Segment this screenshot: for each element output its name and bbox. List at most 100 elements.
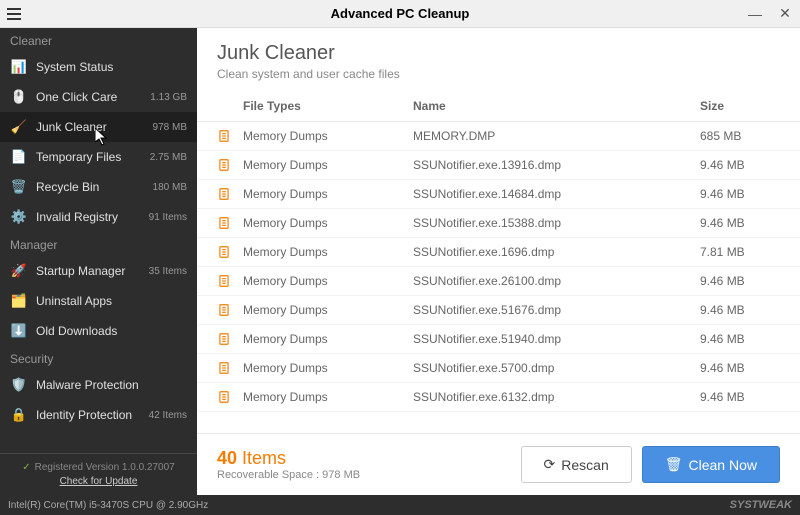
sidebar-item-badge: 978 MB — [153, 122, 187, 133]
recoverable-space: Recoverable Space : 978 MB — [217, 469, 511, 481]
statusbar: Intel(R) Core(TM) i5-3470S CPU @ 2.90GHz… — [0, 495, 800, 515]
sidebar-item-malware-protection[interactable]: 🛡️ Malware Protection — [0, 370, 197, 400]
table-row[interactable]: Memory DumpsSSUNotifier.exe.13916.dmp9.4… — [197, 151, 800, 180]
row-size: 9.46 MB — [700, 216, 780, 230]
table-row[interactable]: Memory DumpsMEMORY.DMP685 MB — [197, 122, 800, 151]
sidebar-item-invalid-registry[interactable]: ⚙️Invalid Registry91 Items — [0, 202, 197, 232]
cpu-info: Intel(R) Core(TM) i5-3470S CPU @ 2.90GHz — [8, 500, 208, 511]
sidebar-item-recycle-bin[interactable]: 🗑️Recycle Bin180 MB — [0, 172, 197, 202]
row-size: 9.46 MB — [700, 361, 780, 375]
row-name: SSUNotifier.exe.14684.dmp — [413, 187, 700, 201]
close-button[interactable]: ✕ — [770, 0, 800, 28]
sidebar-item-label: Temporary Files — [36, 150, 150, 164]
sidebar-item-badge: 1.13 GB — [150, 92, 187, 103]
table-row[interactable]: Memory DumpsSSUNotifier.exe.15388.dmp9.4… — [197, 209, 800, 238]
row-name: SSUNotifier.exe.1696.dmp — [413, 245, 700, 259]
sidebar-item-icon: 🖱️ — [10, 88, 28, 106]
sidebar-item-junk-cleaner[interactable]: 🧹Junk Cleaner978 MB — [0, 112, 197, 142]
row-name: SSUNotifier.exe.13916.dmp — [413, 158, 700, 172]
table-row[interactable]: Memory DumpsSSUNotifier.exe.51940.dmp9.4… — [197, 325, 800, 354]
column-size: Size — [700, 99, 780, 113]
row-name: SSUNotifier.exe.51940.dmp — [413, 332, 700, 346]
table-row[interactable]: Memory DumpsSSUNotifier.exe.14684.dmp9.4… — [197, 180, 800, 209]
content-footer: 40 Items Recoverable Space : 978 MB ⟳ Re… — [197, 433, 800, 495]
table-row[interactable]: Memory DumpsSSUNotifier.exe.6132.dmp9.46… — [197, 383, 800, 412]
row-name: SSUNotifier.exe.26100.dmp — [413, 274, 700, 288]
column-name: Name — [413, 99, 700, 113]
row-name: MEMORY.DMP — [413, 129, 700, 143]
row-size: 9.46 MB — [700, 332, 780, 346]
file-icon — [217, 216, 243, 230]
row-filetype: Memory Dumps — [243, 129, 413, 143]
file-icon — [217, 187, 243, 201]
table-row[interactable]: Memory DumpsSSUNotifier.exe.1696.dmp7.81… — [197, 238, 800, 267]
page-subtitle: Clean system and user cache files — [217, 67, 780, 81]
sidebar-item-startup-manager[interactable]: 🚀Startup Manager35 Items — [0, 256, 197, 286]
sidebar-item-badge: 35 Items — [149, 266, 187, 277]
row-filetype: Memory Dumps — [243, 187, 413, 201]
row-filetype: Memory Dumps — [243, 332, 413, 346]
sidebar-item-icon: 🗂️ — [10, 292, 28, 310]
sidebar-item-icon: ⚙️ — [10, 208, 28, 226]
sidebar-item-label: Startup Manager — [36, 264, 149, 278]
file-icon — [217, 303, 243, 317]
table-row[interactable]: Memory DumpsSSUNotifier.exe.26100.dmp9.4… — [197, 267, 800, 296]
row-size: 9.46 MB — [700, 274, 780, 288]
sidebar-item-badge: 180 MB — [153, 182, 187, 193]
sidebar-item-system-status[interactable]: 📊 System Status — [0, 52, 197, 82]
row-size: 9.46 MB — [700, 303, 780, 317]
table-header: File Types Name Size — [197, 91, 800, 122]
sidebar-item-uninstall-apps[interactable]: 🗂️ Uninstall Apps — [0, 286, 197, 316]
page-title: Junk Cleaner — [217, 42, 780, 65]
sidebar-item-icon: ⬇️ — [10, 322, 28, 340]
sidebar-item-icon: 🗑️ — [10, 178, 28, 196]
sidebar-item-badge: 42 Items — [149, 410, 187, 421]
sidebar-item-badge: 2.75 MB — [150, 152, 187, 163]
sidebar-item-icon: 🧹 — [10, 118, 28, 136]
file-icon — [217, 158, 243, 172]
row-filetype: Memory Dumps — [243, 216, 413, 230]
table-body[interactable]: Memory DumpsMEMORY.DMP685 MBMemory Dumps… — [197, 122, 800, 433]
row-size: 7.81 MB — [700, 245, 780, 259]
content-pane: Junk Cleaner Clean system and user cache… — [197, 28, 800, 495]
row-filetype: Memory Dumps — [243, 303, 413, 317]
sidebar-item-identity-protection[interactable]: 🔒Identity Protection42 Items — [0, 400, 197, 430]
sidebar-item-one-click-care[interactable]: 🖱️ One Click Care1.13 GB — [0, 82, 197, 112]
section-header: Security — [0, 346, 197, 370]
file-icon — [217, 129, 243, 143]
row-filetype: Memory Dumps — [243, 158, 413, 172]
row-filetype: Memory Dumps — [243, 245, 413, 259]
table-row[interactable]: Memory DumpsSSUNotifier.exe.51676.dmp9.4… — [197, 296, 800, 325]
sidebar-item-label: Identity Protection — [36, 408, 149, 422]
check-icon: ✓ — [22, 462, 30, 473]
brand-logo: SYSTWEAK — [730, 499, 792, 511]
row-filetype: Memory Dumps — [243, 274, 413, 288]
sidebar-item-label: System Status — [36, 60, 187, 74]
file-icon — [217, 332, 243, 346]
menu-icon[interactable] — [0, 0, 28, 28]
clean-now-button[interactable]: 🗑 Clean Now — [642, 446, 780, 483]
sidebar-item-old-downloads[interactable]: ⬇️Old Downloads — [0, 316, 197, 346]
sidebar-item-badge: 91 Items — [149, 212, 187, 223]
file-icon — [217, 390, 243, 404]
table-row[interactable]: Memory DumpsSSUNotifier.exe.5700.dmp9.46… — [197, 354, 800, 383]
section-header: Manager — [0, 232, 197, 256]
minimize-button[interactable]: — — [740, 0, 770, 28]
check-update-link[interactable]: Check for Update — [10, 476, 187, 487]
sidebar-item-icon: 📊 — [10, 58, 28, 76]
rescan-button[interactable]: ⟳ Rescan — [521, 446, 632, 483]
sidebar-item-label: Malware Protection — [36, 378, 187, 392]
sidebar-item-icon: 🛡️ — [10, 376, 28, 394]
sidebar-item-temporary-files[interactable]: 📄 Temporary Files2.75 MB — [0, 142, 197, 172]
row-name: SSUNotifier.exe.6132.dmp — [413, 390, 700, 404]
registered-info: ✓Registered Version 1.0.0.27007 Check fo… — [0, 453, 197, 495]
row-filetype: Memory Dumps — [243, 390, 413, 404]
sidebar-item-icon: 📄 — [10, 148, 28, 166]
refresh-icon: ⟳ — [544, 456, 556, 473]
sidebar-item-label: Uninstall Apps — [36, 294, 187, 308]
sidebar-item-label: One Click Care — [36, 90, 150, 104]
file-icon — [217, 274, 243, 288]
items-count: 40 Items — [217, 448, 511, 469]
row-filetype: Memory Dumps — [243, 361, 413, 375]
sidebar: Cleaner📊System Status🖱️One Click Care1.1… — [0, 28, 197, 495]
